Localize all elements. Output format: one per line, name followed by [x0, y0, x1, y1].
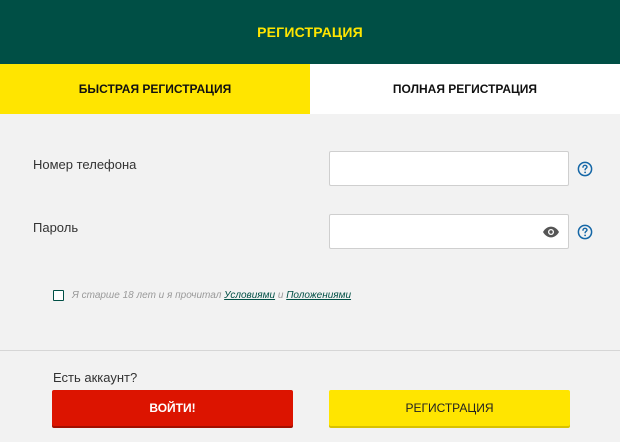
password-input[interactable] [329, 214, 569, 249]
eye-icon[interactable] [542, 225, 560, 239]
agree-prefix: Я старше 18 лет и я прочитал [72, 290, 225, 301]
phone-label: Номер телефона [33, 157, 137, 172]
agree-text: Я старше 18 лет и я прочитал Условиями и… [72, 290, 351, 301]
register-button[interactable]: РЕГИСТРАЦИЯ [329, 390, 570, 426]
tab-quick-registration[interactable]: БЫСТРАЯ РЕГИСТРАЦИЯ [0, 64, 310, 114]
agree-checkbox[interactable] [53, 290, 64, 301]
agree-middle: и [275, 290, 287, 301]
registration-tabs: БЫСТРАЯ РЕГИСТРАЦИЯ ПОЛНАЯ РЕГИСТРАЦИЯ [0, 64, 620, 114]
tab-full-registration[interactable]: ПОЛНАЯ РЕГИСТРАЦИЯ [310, 64, 620, 114]
registration-header: РЕГИСТРАЦИЯ [0, 0, 620, 64]
age-terms-agreement: Я старше 18 лет и я прочитал Условиями и… [53, 290, 351, 301]
phone-input[interactable] [329, 151, 569, 186]
help-icon[interactable] [577, 161, 593, 177]
password-label: Пароль [33, 220, 79, 235]
login-button[interactable]: ВОЙТИ! [52, 390, 293, 426]
terms-link[interactable]: Условиями [224, 290, 275, 301]
registration-footer: Есть аккаунт? ВОЙТИ! РЕГИСТРАЦИЯ [0, 351, 620, 442]
have-account-text: Есть аккаунт? [53, 370, 138, 385]
registration-form: Номер телефона Пароль Я старше 18 лет и … [0, 114, 620, 350]
regulations-link[interactable]: Положениями [286, 290, 351, 301]
help-icon[interactable] [577, 224, 593, 240]
page-title: РЕГИСТРАЦИЯ [257, 24, 363, 40]
